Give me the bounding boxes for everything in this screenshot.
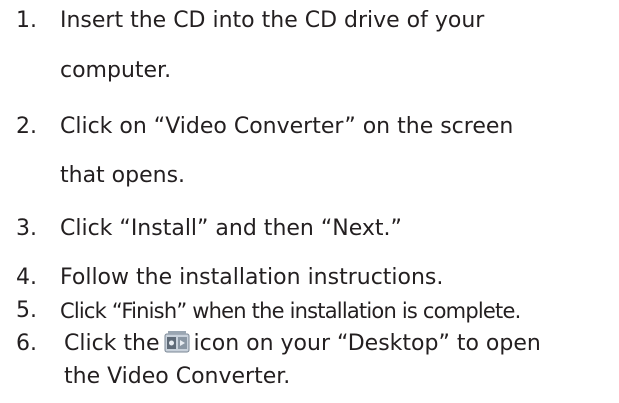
step-text: Insert the CD into the CD drive of your [60, 8, 485, 33]
step-text: Click the icon on your “Desktop” to open [64, 329, 541, 359]
installation-steps: 1. Insert the CD into the CD drive of yo… [0, 0, 619, 403]
step-text-after-icon: icon on your “Desktop” to open [193, 331, 541, 356]
step-number: 2. [16, 114, 37, 139]
step-number: 6. [16, 331, 37, 356]
step-number: 4. [16, 265, 37, 290]
step-text-before-icon: Click the [64, 331, 160, 356]
step-text: that opens. [60, 163, 186, 188]
step-text: the Video Converter. [64, 364, 291, 389]
step-number: 1. [16, 8, 37, 33]
step-text: Click “Install” and then “Next.” [60, 216, 402, 241]
video-converter-app-icon [164, 330, 190, 354]
step-text: Follow the installation instructions. [60, 265, 444, 290]
step-number: 5. [16, 298, 37, 323]
step-text: computer. [60, 58, 172, 83]
step-text: Click “Finish” when the installation is … [60, 299, 521, 323]
step-text: Click on “Video Converter” on the screen [60, 114, 514, 139]
step-number: 3. [16, 216, 37, 241]
